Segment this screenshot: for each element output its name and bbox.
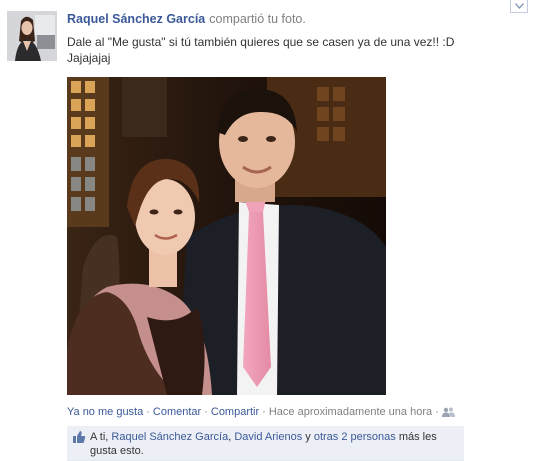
share-link[interactable]: Compartir: [211, 406, 259, 418]
likes-connector: y: [302, 431, 314, 443]
post-timestamp[interactable]: Hace aproximadamente una hora: [269, 406, 432, 418]
couple-photo-image: [67, 77, 386, 395]
post-header: Raquel Sánchez García compartió tu foto.: [67, 12, 497, 26]
separator-dot: ·: [204, 406, 208, 418]
comment-link[interactable]: Comentar: [153, 406, 201, 418]
post-message-line: Dale al "Me gusta" si tú también quieres…: [67, 35, 455, 49]
friends-icon[interactable]: [441, 407, 455, 417]
post-options-button[interactable]: [510, 0, 528, 13]
post-message-line: Jajajajaj: [67, 51, 111, 65]
liker-link[interactable]: Raquel Sánchez García: [111, 431, 228, 443]
separator-dot: ·: [262, 406, 266, 418]
profile-picture: [7, 11, 57, 61]
other-likers-link[interactable]: otras 2 personas: [314, 431, 396, 443]
likes-prefix: A ti,: [90, 431, 112, 443]
chevron-down-icon: [514, 3, 524, 9]
post-action-bar: Ya no me gusta · Comentar · Compartir · …: [67, 406, 537, 418]
liker-link[interactable]: David Arienos: [234, 431, 302, 443]
post-message: Dale al "Me gusta" si tú también quieres…: [67, 34, 507, 66]
author-name-link[interactable]: Raquel Sánchez García: [67, 12, 205, 26]
separator-dot: ·: [435, 406, 439, 418]
post-action-text: compartió tu foto.: [209, 12, 306, 26]
unlike-link[interactable]: Ya no me gusta: [67, 406, 143, 418]
likes-summary: A ti, Raquel Sánchez García, David Arien…: [67, 426, 464, 461]
avatar[interactable]: [7, 11, 57, 61]
likes-text: A ti, Raquel Sánchez García, David Arien…: [90, 430, 460, 458]
shared-photo[interactable]: [67, 77, 386, 395]
thumbs-up-icon: [73, 431, 86, 443]
separator-dot: ·: [146, 406, 150, 418]
